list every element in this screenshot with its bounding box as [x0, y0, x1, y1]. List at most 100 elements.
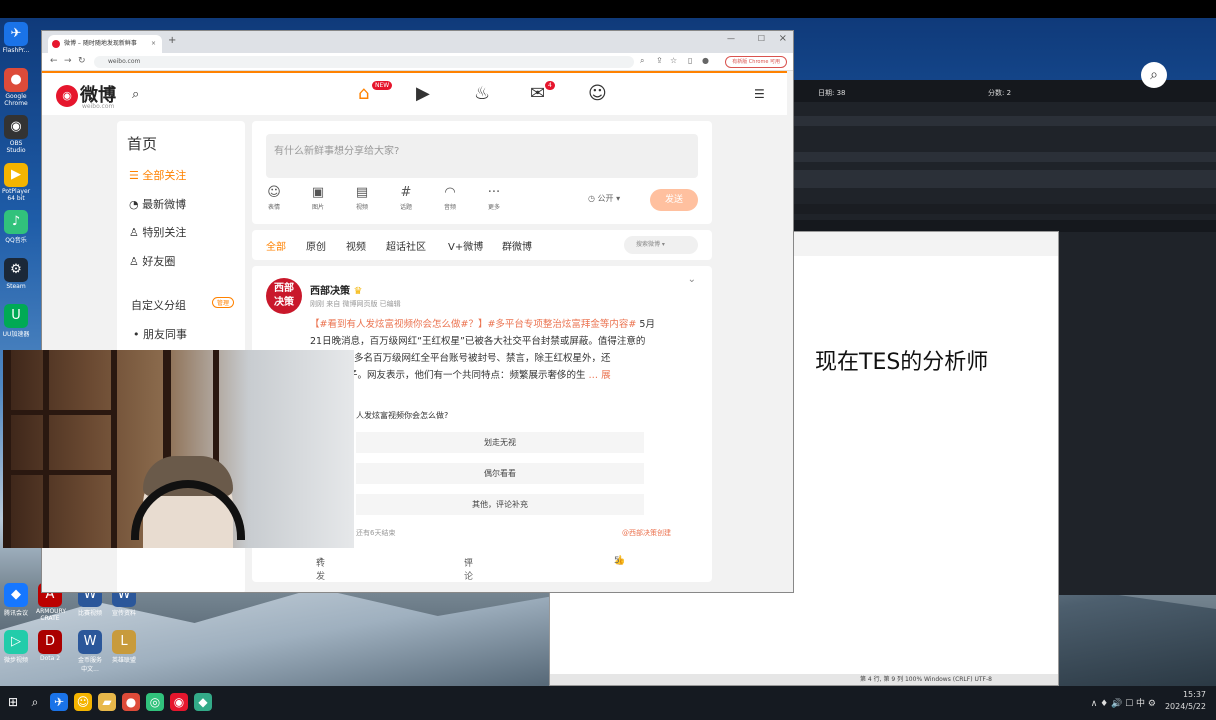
notepad-status-bar: 第 4 行, 第 9 列 100% Windows (CRLF) UTF-8 [550, 674, 1058, 685]
weibo-logo[interactable]: ◉ 微博 weibo.com [56, 81, 116, 110]
user-avatar-icon[interactable]: ☺ [588, 83, 607, 104]
sidebar-item-all[interactable]: ☰ 全部关注 [129, 167, 186, 183]
clock-time: 15:37 [1182, 690, 1206, 699]
weibo-icon[interactable]: ◉ [170, 693, 188, 711]
topic-link[interactable]: #看到有人发炫富视频你会怎么做# [320, 319, 469, 330]
desktop-icon-label: 宣传资料 [111, 610, 136, 617]
reload-icon[interactable]: ↻ [78, 56, 86, 66]
desktop-icon-label: ARMOURY CRATE [36, 608, 67, 622]
video-button[interactable]: ▤ 视频 [348, 185, 376, 211]
app-icon[interactable]: ◆ [194, 693, 212, 711]
poll-creator-link[interactable]: @西部决策创建 [622, 528, 671, 538]
forward-icon[interactable]: → [64, 56, 72, 66]
search-icon[interactable]: ⌕ [1141, 62, 1167, 88]
app-icon[interactable]: ◎ [146, 693, 164, 711]
topic-link[interactable]: #多平台专项整治炫富拜金等内容# [487, 319, 636, 330]
desktop-icon[interactable]: ♪ QQ音乐 [2, 210, 30, 244]
send-button[interactable]: 发送 [650, 189, 698, 211]
image-button[interactable]: ▣ 图片 [304, 185, 332, 211]
tab-video[interactable]: 视频 [346, 238, 366, 253]
close-tab-icon[interactable]: × [151, 35, 156, 53]
sidebar-item-label: 朋友同事 [143, 328, 187, 341]
tab-original[interactable]: 原创 [306, 238, 326, 253]
browser-tab[interactable]: 微博 – 随时随地发现新鲜事 × [48, 35, 162, 53]
feed-search-input[interactable]: 搜索微博 ▾ [624, 236, 698, 254]
topic-button[interactable]: # 话题 [392, 185, 420, 211]
author-avatar[interactable]: 西部 决策 [266, 278, 302, 314]
post-meta: 刚刚 来自 微博网页版 已编辑 [310, 300, 401, 308]
hot-flame-icon[interactable]: ♨ [474, 83, 490, 104]
tab-vplus[interactable]: V+微博 [448, 238, 483, 253]
composer-input[interactable]: 有什么新鲜事想分享给大家? [266, 134, 698, 178]
clock[interactable]: 15:37 2024/5/22 [1165, 689, 1206, 713]
menu-icon[interactable]: ☰ [754, 87, 765, 101]
expand-link[interactable]: … 展 [589, 370, 611, 381]
update-chrome-button[interactable]: 有新版 Chrome 可用 [725, 56, 787, 68]
minimize-icon[interactable]: — [727, 34, 735, 43]
desktop-icon[interactable]: ⚙ Steam [2, 258, 30, 290]
desktop-icon[interactable]: W 金币服务中文... [76, 630, 104, 673]
like-count: 5 [614, 556, 620, 566]
desktop-icon-label: 比赛视频 [77, 610, 102, 617]
home-icon[interactable]: ⌂ [358, 83, 369, 104]
close-window-icon[interactable]: × [779, 33, 787, 44]
tab-group[interactable]: 群微博 [502, 238, 532, 253]
app-icon: ✈ [4, 22, 28, 46]
back-icon[interactable]: ← [50, 56, 58, 66]
author-name[interactable]: 西部决策 ♛ [310, 282, 362, 297]
video-icon[interactable]: ▶ [416, 83, 430, 104]
app-icon[interactable]: ☺ [74, 693, 92, 711]
audio-button[interactable]: ◠ 音频 [436, 185, 464, 211]
tab-all[interactable]: 全部 [266, 238, 286, 253]
poll-option[interactable]: 其他，评论补充 [356, 494, 644, 515]
app-icon[interactable]: ✈ [50, 693, 68, 711]
manage-button[interactable]: 管理 [212, 297, 235, 308]
weibo-eye-icon: ◉ [56, 85, 78, 107]
system-tray[interactable]: ∧ ♦ 🔊 ☐ 中 ⚙ [1091, 696, 1156, 709]
desktop-icon[interactable]: D Dota 2 [36, 630, 64, 662]
address-bar[interactable]: weibo.com [94, 56, 634, 68]
tab-supertopic[interactable]: 超话社区 [386, 238, 426, 253]
chrome-icon[interactable]: ● [122, 693, 140, 711]
poll-option[interactable]: 偶尔看看 [356, 463, 644, 484]
app-icon: W [78, 630, 102, 654]
desktop-icon[interactable]: ▶ PotPlayer 64 bit [2, 163, 30, 202]
windows-start-icon[interactable]: ⊞ [4, 693, 22, 711]
share-icon[interactable]: ⇪ [656, 56, 663, 65]
tool-label: 图片 [311, 204, 324, 211]
search-icon[interactable]: ⌕ [26, 693, 44, 711]
bookmark-star-icon[interactable]: ☆ [670, 56, 677, 65]
sidebar-item-label: 全部关注 [142, 169, 187, 182]
weibo-favicon-icon [52, 40, 60, 48]
poll-option[interactable]: 划走无视 [356, 432, 644, 453]
profile-icon[interactable]: ● [702, 56, 709, 65]
clock-date: 2024/5/22 [1164, 702, 1206, 711]
chevron-down-icon[interactable]: ⌄ [688, 274, 696, 285]
sidebar-item-special[interactable]: ♙ 特别关注 [129, 224, 186, 240]
desktop-icon[interactable]: ◆ 腾讯会议 [2, 583, 30, 617]
emoji-button[interactable]: ☺ 表情 [260, 185, 288, 211]
mail-icon[interactable]: ✉ [530, 83, 545, 104]
more-button[interactable]: ··· 更多 [480, 185, 508, 211]
sidebar-item-friends[interactable]: ♙ 好友圈 [129, 253, 175, 269]
desktop-icon[interactable]: ✈ FlashPr... [2, 22, 30, 54]
search-icon[interactable]: ⌕ [640, 56, 644, 66]
desktop-icon[interactable]: U UU加速器 [2, 304, 30, 338]
sidebar-item-group[interactable]: • 朋友同事 [133, 326, 187, 342]
maximize-icon[interactable]: ☐ [758, 34, 765, 43]
sidebar-item-latest[interactable]: ◔ 最新微博 [129, 196, 186, 212]
search-icon[interactable]: ⌕ [132, 87, 139, 102]
sidepanel-icon[interactable]: ▯ [688, 56, 692, 65]
image-icon: ▣ [311, 185, 325, 200]
folder-icon[interactable]: ▰ [98, 693, 116, 711]
app-icon: ◉ [4, 115, 28, 139]
desktop-icon[interactable]: L 英雄联盟 [110, 630, 138, 664]
dot-icon: • [133, 328, 143, 341]
post-text-line: 5月 [636, 319, 655, 330]
visibility-dropdown[interactable]: ◷ 公开 ▾ [588, 193, 620, 204]
new-tab-icon[interactable]: + [168, 35, 176, 46]
desktop-icon[interactable]: ◉ OBS Studio [2, 115, 30, 154]
desktop-icon[interactable]: ● Google Chrome [2, 68, 30, 107]
desktop-icon[interactable]: ▷ 微步视频 [2, 630, 30, 664]
date-label: 日期: 38 [818, 89, 846, 97]
